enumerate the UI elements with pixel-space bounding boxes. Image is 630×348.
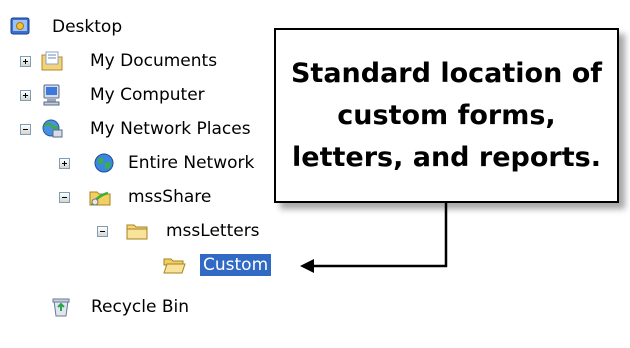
- tree-item-label: Custom: [200, 254, 272, 276]
- tree-item-recycle-bin[interactable]: Recycle Bin: [0, 292, 260, 322]
- tree-item-label: mssShare: [128, 187, 212, 207]
- my-computer-icon: [40, 83, 64, 107]
- expand-plus-icon[interactable]: [59, 158, 70, 169]
- tree-item-label: Recycle Bin: [91, 297, 190, 317]
- expand-plus-icon[interactable]: [20, 56, 31, 67]
- globe-icon: [92, 151, 116, 175]
- tree-item-my-documents[interactable]: My Documents: [0, 46, 260, 76]
- collapse-minus-icon[interactable]: [20, 124, 31, 135]
- callout-text: Standard location of custom forms, lette…: [290, 57, 603, 173]
- tree-item-custom[interactable]: Custom: [0, 250, 300, 280]
- network-places-icon: [40, 117, 64, 141]
- tree-item-my-network-places[interactable]: My Network Places: [0, 114, 270, 144]
- recycle-bin-icon: [49, 295, 73, 319]
- tree-item-desktop[interactable]: Desktop: [0, 12, 260, 42]
- tree-item-label: My Computer: [90, 85, 205, 105]
- tree-item-label: Entire Network: [128, 153, 255, 173]
- tree-item-mssshare[interactable]: mssShare: [0, 182, 260, 212]
- collapse-minus-icon[interactable]: [59, 192, 70, 203]
- desktop-icon: [8, 15, 32, 39]
- expand-plus-icon[interactable]: [20, 90, 31, 101]
- tree-item-label: My Documents: [90, 51, 218, 71]
- tree-item-entire-network[interactable]: Entire Network: [0, 148, 275, 178]
- my-documents-icon: [40, 49, 64, 73]
- tree-item-label: My Network Places: [90, 119, 251, 139]
- shared-folder-icon: [88, 185, 112, 209]
- tree-item-my-computer[interactable]: My Computer: [0, 80, 260, 110]
- collapse-minus-icon[interactable]: [97, 226, 108, 237]
- annotation-callout: Standard location of custom forms, lette…: [274, 28, 619, 203]
- open-folder-icon: [162, 253, 186, 277]
- tree-item-label: mssLetters: [166, 221, 260, 241]
- tree-item-mssletters[interactable]: mssLetters: [0, 216, 270, 246]
- tree-item-label: Desktop: [52, 17, 123, 37]
- folder-icon: [125, 219, 149, 243]
